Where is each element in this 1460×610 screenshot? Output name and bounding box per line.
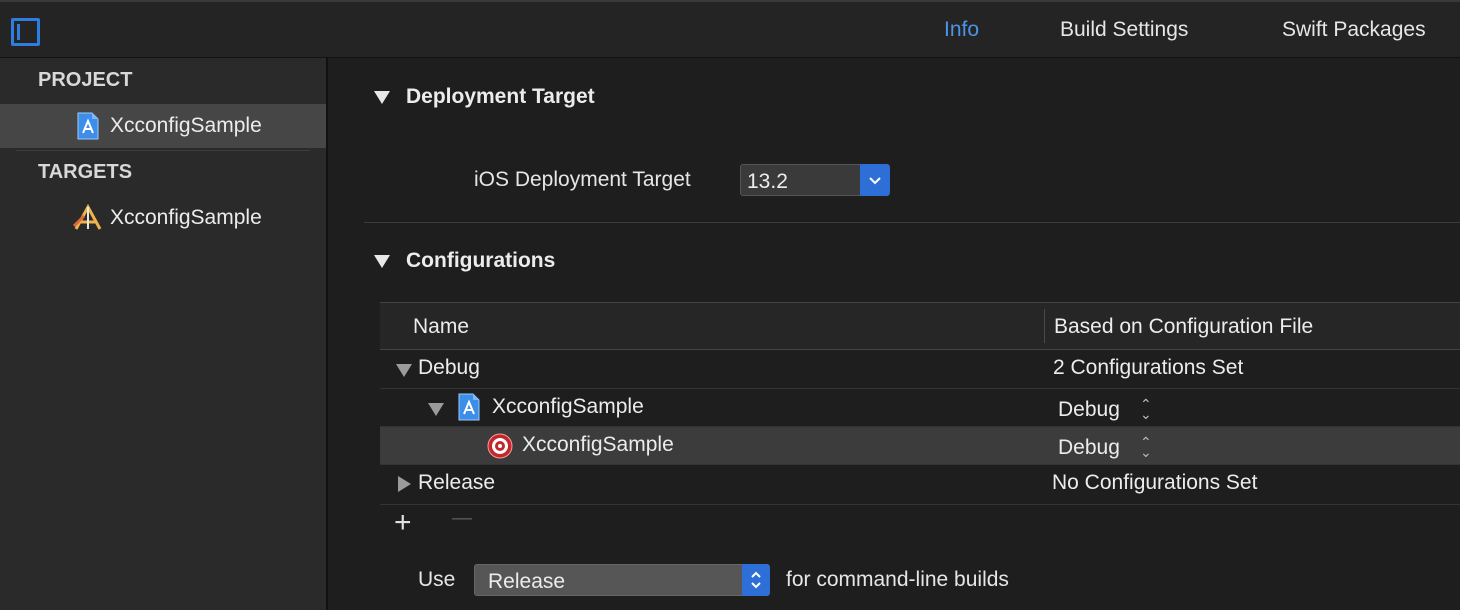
disclosure-icon[interactable] <box>374 255 390 268</box>
table-row[interactable]: XcconfigSample Debug ⌃ ⌄ <box>380 427 1460 465</box>
configurations-table-header: Name Based on Configuration File <box>380 302 1460 350</box>
target-icon <box>486 432 514 466</box>
sidebar-item-project[interactable]: XcconfigSample <box>0 104 326 148</box>
sidebar-item-label: XcconfigSample <box>110 114 262 137</box>
command-line-suffix: for command-line builds <box>786 568 1009 591</box>
ios-deployment-target-label: iOS Deployment Target <box>474 168 691 191</box>
ios-deployment-target-value: 13.2 <box>747 170 788 193</box>
configurations-section-title: Configurations <box>406 249 556 272</box>
disclosure-icon[interactable] <box>428 403 444 416</box>
sidebar-item-label: XcconfigSample <box>110 206 262 229</box>
add-configuration-button[interactable]: + <box>394 506 412 540</box>
editor-tab-bar: Info Build Settings Swift Packages <box>0 0 1460 58</box>
sidebar-toggle-icon[interactable] <box>11 18 40 46</box>
tab-build-settings[interactable]: Build Settings <box>1060 18 1188 42</box>
config-file-popup[interactable]: Debug <box>1058 436 1120 460</box>
project-heading: PROJECT <box>38 69 133 91</box>
sidebar-divider <box>16 150 310 151</box>
table-row[interactable]: Release No Configurations Set <box>380 465 1460 505</box>
config-name: XcconfigSample <box>522 433 674 456</box>
sidebar-item-target[interactable]: XcconfigSample <box>0 196 326 240</box>
config-name: Debug <box>418 356 480 379</box>
deployment-section-title: Deployment Target <box>406 85 595 108</box>
xcodeproj-icon <box>457 393 481 427</box>
config-file-popup[interactable]: Debug <box>1058 398 1120 422</box>
tab-info[interactable]: Info <box>944 18 979 42</box>
column-separator <box>1044 309 1045 343</box>
app-target-icon <box>72 203 104 238</box>
stepper-icon[interactable]: ⌃ ⌄ <box>1140 435 1152 459</box>
config-value: 2 Configurations Set <box>1053 356 1244 379</box>
ios-deployment-target-popup[interactable]: 13.2 <box>740 164 890 196</box>
xcodeproj-icon <box>76 112 100 146</box>
project-targets-sidebar: PROJECT XcconfigSample TARGETS XcconfigS… <box>0 58 328 610</box>
section-divider <box>364 222 1460 223</box>
disclosure-icon[interactable] <box>396 364 412 377</box>
stepper-icon <box>742 564 770 596</box>
tab-swift-packages[interactable]: Swift Packages <box>1282 18 1426 42</box>
command-line-config-popup[interactable]: Release <box>474 564 770 596</box>
disclosure-icon[interactable] <box>374 91 390 104</box>
remove-configuration-button[interactable]: — <box>452 507 472 530</box>
column-header-name[interactable]: Name <box>413 315 469 339</box>
config-name: Release <box>418 471 496 494</box>
disclosure-icon[interactable] <box>398 476 411 492</box>
chevron-down-icon <box>860 164 890 196</box>
table-row[interactable]: Debug 2 Configurations Set <box>380 350 1460 389</box>
project-info-editor: Deployment Target iOS Deployment Target … <box>328 58 1460 610</box>
config-value: No Configurations Set <box>1052 471 1258 494</box>
stepper-icon[interactable]: ⌃ ⌄ <box>1140 397 1152 421</box>
column-header-config-file[interactable]: Based on Configuration File <box>1054 315 1313 339</box>
targets-heading: TARGETS <box>38 161 133 183</box>
command-line-config-value: Release <box>488 570 566 593</box>
config-name: XcconfigSample <box>492 395 644 418</box>
table-row[interactable]: XcconfigSample Debug ⌃ ⌄ <box>380 389 1460 427</box>
use-label: Use <box>418 568 456 591</box>
